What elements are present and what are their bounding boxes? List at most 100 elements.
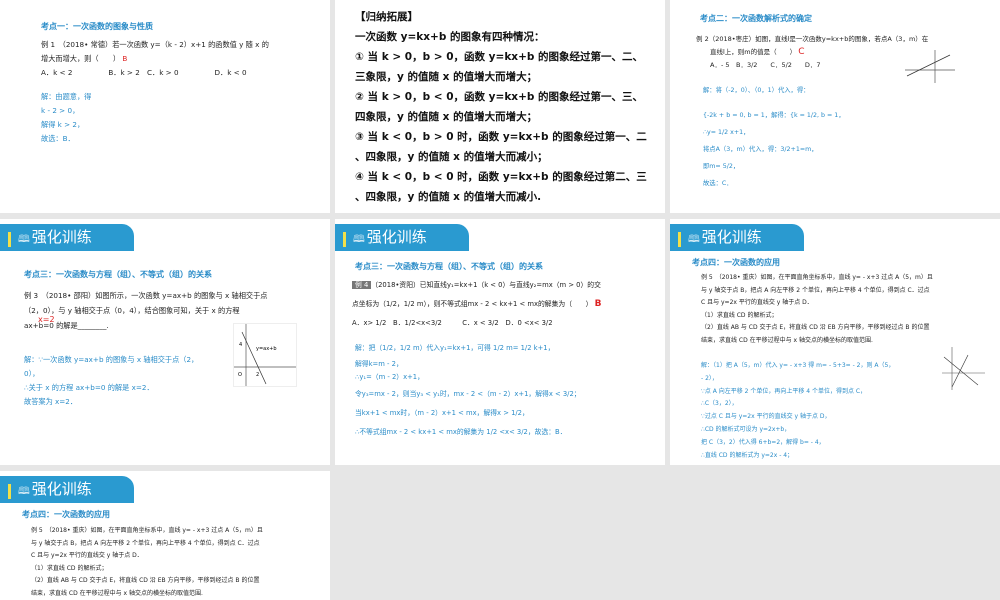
- line: 与 y 轴交于点 B，把点 A 向左平移 2 个单位，再向上平移 4 个单位，得…: [701, 286, 930, 294]
- line-text: 直线l上，则m的值是（ ）: [710, 48, 797, 56]
- section-banner: 🕮 强化训练: [670, 224, 804, 251]
- slide-thumbnail-5[interactable]: 🕮 强化训练 考点三：一次函数与方程（组）、不等式（组）的关系 例 4 （2018•…: [335, 219, 665, 465]
- book-icon: 🕮: [18, 234, 30, 245]
- coordinate-figure: [942, 347, 985, 390]
- svg-text:O: O: [238, 372, 242, 378]
- line: ∴y₁=（m - 2）x+1，: [355, 373, 424, 381]
- line: 将点A（3，m）代入，得：3/2+1=m，: [703, 146, 818, 153]
- line: 解：由题意，得: [41, 92, 92, 101]
- line: ∴不等式组mx - 2 < kx+1 < mx的解集为 1/2 <x< 3/2，…: [355, 428, 567, 436]
- line: 故答案为 x=2．: [24, 397, 78, 406]
- solution-text: 解：∵一次函数 y=ax+b 的图象与 x 轴相交于点（2， 0）， ∴关于 x…: [24, 353, 198, 409]
- line: 即m= 5/2，: [703, 163, 740, 170]
- line: C 且与 y=2x 平行的直线交 y 轴于点 D．: [701, 299, 813, 306]
- summary-text: 【归纳拓展】 一次函数 y=kx+b 的图象有四种情况： ① 当 k > 0，b…: [355, 7, 647, 207]
- line: 点坐标为（1/2，1/2 m），则不等式组mx - 2 < kx+1 < mx的…: [352, 295, 601, 314]
- section-banner: 🕮 强化训练: [0, 476, 134, 503]
- empty-grid-slot: [335, 471, 665, 600]
- banner-accent-bar: [8, 232, 11, 247]
- book-icon: 🕮: [18, 486, 30, 497]
- line: 把 C（3，2）代入得 6+b=2，解得 b= - 4，: [701, 438, 825, 446]
- banner-accent-bar: [343, 232, 346, 247]
- line: ∴C（3，2），: [701, 400, 738, 408]
- line: ax+b=0 的解是________.: [24, 321, 109, 330]
- banner-title: 强化训练: [366, 228, 427, 246]
- line: 结束，求直线 CD 在平移过程中与 x 轴交点的横坐标的取值范围.: [701, 336, 873, 344]
- line: 例 5 （2018• 重庆）如图，在平面直角坐标系中，直线 y= - x+3 过…: [701, 274, 933, 281]
- line: （1）求直线 CD 的解析式；: [31, 564, 108, 572]
- line: 解：（1）把 A（5，m）代入 y= - x+3 得 m= - 5+3= - 2…: [701, 362, 895, 369]
- line: 与 y 轴交于点 B，把点 A 向左平移 2 个单位，再向上平移 4 个单位，得…: [31, 539, 260, 547]
- slide-heading: 考点三：一次函数与方程（组）、不等式（组）的关系: [24, 270, 212, 279]
- line: ④ 当 k < 0，b < 0 时，函数 y=kx+b 的图象经过第二、三: [355, 171, 647, 183]
- slide-thumbnail-6[interactable]: 🕮 强化训练 考点四：一次函数的应用 例 5 （2018• 重庆）如图，在平面直角…: [670, 219, 1000, 465]
- answer-mark: B: [122, 54, 128, 63]
- line-text: 增大而增大，则（ ）: [41, 54, 121, 63]
- line-graph-figure: O 2 4 y=ax+b: [233, 323, 297, 387]
- question-text: 例 1 （2018• 常德）若一次函数 y=（k - 2）x+1 的函数值 y …: [41, 38, 269, 80]
- line: 、四象限，y 的值随 x 的值增大而减小.: [355, 191, 542, 203]
- line: - 2），: [701, 374, 718, 382]
- line: 例 2（2018•枣庄）如图，直线l是一次函数y=kx+b的图象，若点A（3，m…: [696, 35, 929, 43]
- line: 故选：B．: [41, 134, 75, 143]
- line: k - 2 > 0，: [41, 106, 80, 115]
- line: A．- 5 B．3/2 C．5/2 D．7: [710, 61, 821, 69]
- line-text: （2018•资阳）已知直线y₁=kx+1（k < 0）与直线y₂=mx（m > …: [371, 281, 601, 289]
- slide-heading: 考点三：一次函数与方程（组）、不等式（组）的关系: [355, 262, 543, 271]
- slide-heading: 考点四：一次函数的应用: [22, 510, 110, 519]
- line: 例 1 （2018• 常德）若一次函数 y=（k - 2）x+1 的函数值 y …: [41, 40, 269, 49]
- example-tag: 例 4: [352, 281, 372, 289]
- line: ∴直线 CD 的解析式为 y=2x - 4；: [701, 451, 794, 459]
- line: A．x> 1/2 B．1/2<x<3/2 C．x < 3/2 D．0 <x< 3…: [352, 319, 553, 327]
- line: （2，0），与 y 轴相交于点（0，4），结合图象可知，关于 x 的方程: [24, 306, 240, 315]
- line: （2）直线 AB 与 CD 交于点 E，将直线 CD 沿 EB 方向平移，平移到…: [31, 577, 260, 584]
- solution-text: 解：由题意，得 k - 2 > 0， 解得 k > 2， 故选：B．: [41, 90, 91, 146]
- line: A．k < 2 B．k > 2 C．k > 0 D．k < 0: [41, 68, 247, 77]
- line: 、四象限，y 的值随 x 的值增大而减小；: [355, 151, 548, 163]
- slide-heading: 考点一：一次函数的图象与性质: [41, 22, 153, 31]
- line: ① 当 k > 0，b > 0，函数 y=kx+b 的图象经过第一、二、: [355, 51, 644, 63]
- line: 例 5 （2018• 重庆）如图，在平面直角坐标系中，直线 y= - x+3 过…: [31, 527, 263, 534]
- line: 解：∵一次函数 y=ax+b 的图象与 x 轴相交于点（2，: [24, 355, 199, 364]
- line: 故选：C．: [703, 180, 733, 187]
- banner-title: 强化训练: [31, 480, 92, 498]
- line: 三象限，y 的值随 x 的值增大而增大；: [355, 71, 538, 83]
- line-text: 点坐标为（1/2，1/2 m），则不等式组mx - 2 < kx+1 < mx的…: [352, 300, 593, 308]
- banner-accent-bar: [678, 232, 681, 247]
- line: 结束，求直线 CD 在平移过程中与 x 轴交点的横坐标的取值范围.: [31, 589, 203, 597]
- slide-thumbnail-3[interactable]: 考点二：一次函数解析式的确定 例 2（2018•枣庄）如图，直线l是一次函数y=…: [670, 0, 1000, 213]
- question-text: 例 5 （2018• 重庆）如图，在平面直角坐标系中，直线 y= - x+3 过…: [701, 272, 933, 347]
- line: {-2k + b = 0, b = 1，解得：{k = 1/2, b = 1，: [703, 112, 845, 119]
- banner-title: 强化训练: [701, 228, 762, 246]
- answer-mark: B: [594, 299, 602, 309]
- line: C 且与 y=2x 平行的直线交 y 轴于点 D．: [31, 552, 143, 559]
- question-text: 例 4 （2018•资阳）已知直线y₁=kx+1（k < 0）与直线y₂=mx（m…: [352, 276, 601, 333]
- line: 一次函数 y=kx+b 的图象有四种情况：: [355, 31, 545, 43]
- line: 当kx+1 < mx时，（m - 2）x+1 < mx，解得x > 1/2，: [355, 409, 529, 417]
- line: ∵过点 C 且与 y=2x 平行的直线交 y 轴于点 D，: [701, 413, 831, 421]
- line: ∵点 A 向左平移 2 个单位，再向上平移 4 个单位，得到点 C，: [701, 387, 867, 395]
- solution-text: 解：（1）把 A（5，m）代入 y= - x+3 得 m= - 5+3= - 2…: [701, 360, 894, 462]
- line: （2）直线 AB 与 CD 交于点 E，将直线 CD 沿 EB 方向平移，平移到…: [701, 324, 930, 331]
- line: 直线l上，则m的值是（ ） C: [696, 46, 928, 59]
- line: 解得 k > 2，: [41, 120, 85, 129]
- question-text: 例 5 （2018• 重庆）如图，在平面直角坐标系中，直线 y= - x+3 过…: [31, 525, 263, 600]
- slide-heading: 考点四：一次函数的应用: [692, 258, 780, 267]
- line: 例 4 （2018•资阳）已知直线y₁=kx+1（k < 0）与直线y₂=mx（m…: [352, 276, 601, 295]
- slide-thumbnail-4[interactable]: 🕮 强化训练 考点三：一次函数与方程（组）、不等式（组）的关系 例 3 （2018…: [0, 219, 330, 465]
- section-banner: 🕮 强化训练: [335, 224, 469, 251]
- line: （1）求直线 CD 的解析式；: [701, 311, 778, 319]
- line: ② 当 k > 0，b < 0，函数 y=kx+b 的图象经过第一、三、: [355, 91, 644, 103]
- banner-accent-bar: [8, 484, 11, 499]
- line: ∴关于 x 的方程 ax+b=0 的解是 x=2．: [24, 383, 154, 392]
- answer-mark: x=2: [38, 315, 55, 324]
- answer-mark: C: [798, 47, 805, 57]
- slide-thumbnail-1[interactable]: 考点一：一次函数的图象与性质 例 1 （2018• 常德）若一次函数 y=（k …: [0, 0, 330, 213]
- line-graph-figure: [905, 50, 955, 83]
- line: 令y₃=mx - 2，则当y₃ < y₁时，mx - 2 <（m - 2）x+1…: [355, 390, 581, 398]
- book-icon: 🕮: [688, 234, 700, 245]
- line: 解：把（1/2，1/2 m）代入y₁=kx+1，可得 1/2 m= 1/2 k+…: [355, 344, 555, 352]
- slide-thumbnail-2[interactable]: 【归纳拓展】 一次函数 y=kx+b 的图象有四种情况： ① 当 k > 0，b…: [335, 0, 665, 213]
- question-text: 例 3 （2018• 邵阳）如图所示，一次函数 y=ax+b 的图象与 x 轴相…: [24, 288, 268, 333]
- slide-thumbnail-7[interactable]: 🕮 强化训练 考点四：一次函数的应用 例 5 （2018• 重庆）如图，在平面直角…: [0, 471, 330, 600]
